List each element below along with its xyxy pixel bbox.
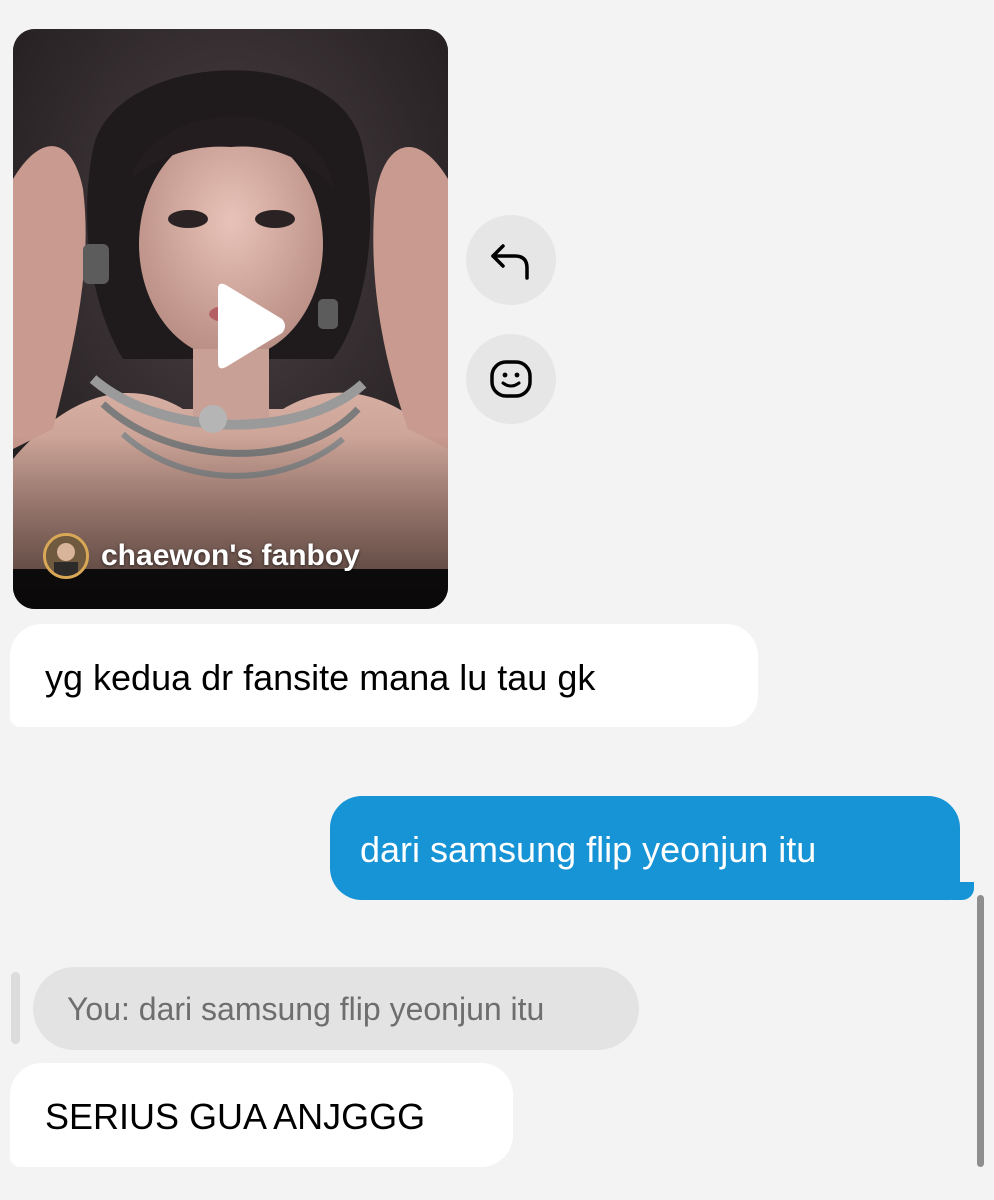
- reply-quote-bar: [11, 972, 20, 1044]
- play-icon[interactable]: [208, 281, 288, 371]
- incoming-message-bubble[interactable]: yg kedua dr fansite mana lu tau gk: [10, 624, 758, 727]
- reply-quote-bubble[interactable]: You: dari samsung flip yeonjun itu: [33, 967, 639, 1050]
- message-text: SERIUS GUA ANJGGG: [45, 1096, 426, 1137]
- smiley-react-icon: [490, 360, 532, 398]
- react-button[interactable]: [466, 334, 556, 424]
- scrollbar[interactable]: [977, 895, 984, 1167]
- video-author-name: chaewon's fanboy: [101, 539, 360, 572]
- chat-thread: chaewon's fanboy yg kedua dr fansite man…: [0, 0, 994, 1200]
- message-text: dari samsung flip yeonjun itu: [360, 829, 817, 870]
- video-author-row[interactable]: chaewon's fanboy: [43, 533, 360, 579]
- reply-quote-text: You: dari samsung flip yeonjun itu: [67, 991, 545, 1027]
- message-text: yg kedua dr fansite mana lu tau gk: [45, 657, 596, 698]
- shared-video-card[interactable]: chaewon's fanboy: [13, 29, 448, 609]
- author-avatar[interactable]: [43, 533, 89, 579]
- incoming-message-bubble[interactable]: SERIUS GUA ANJGGG: [10, 1063, 513, 1167]
- reply-arrow-icon: [491, 244, 529, 280]
- reply-button[interactable]: [466, 215, 556, 305]
- bubble-tail: [952, 882, 974, 900]
- outgoing-message-bubble[interactable]: dari samsung flip yeonjun itu: [330, 796, 960, 900]
